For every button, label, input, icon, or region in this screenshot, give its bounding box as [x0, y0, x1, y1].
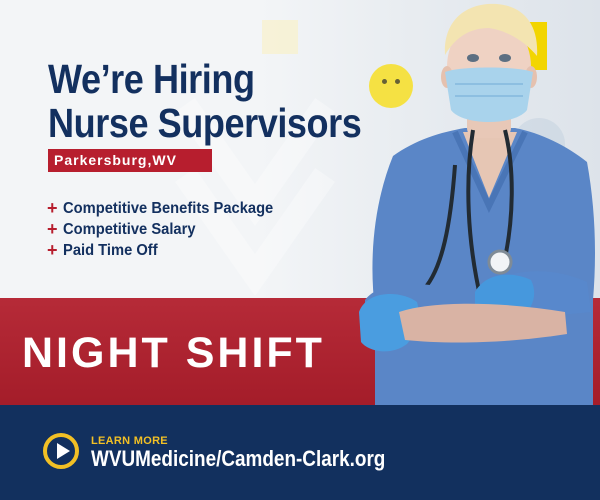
shift-label: NIGHT SHIFT — [22, 329, 325, 377]
benefit-item: + Competitive Salary — [47, 219, 292, 240]
location-text: Parkersburg,WV — [54, 152, 177, 168]
headline-line-2: Nurse Supervisors — [48, 100, 362, 146]
plus-icon: + — [47, 219, 58, 239]
right-eye — [499, 54, 511, 62]
benefit-item: + Paid Time Off — [47, 240, 292, 261]
benefit-item: + Competitive Benefits Package — [47, 198, 292, 219]
background-note — [262, 20, 298, 54]
left-eye — [467, 54, 479, 62]
plus-icon: + — [47, 198, 58, 218]
play-circle-icon[interactable] — [42, 432, 80, 470]
benefits-list: + Competitive Benefits Package + Competi… — [47, 198, 292, 261]
headline: We’re Hiring Nurse Supervisors — [48, 56, 362, 146]
benefit-text: Paid Time Off — [63, 241, 158, 259]
plus-icon: + — [47, 240, 58, 260]
location-badge: Parkersburg,WV — [48, 149, 212, 172]
stethoscope-chestpiece — [487, 249, 513, 275]
recruitment-ad: We’re Hiring Nurse Supervisors Parkersbu… — [0, 0, 600, 500]
face-mask — [445, 67, 533, 122]
headline-line-1: We’re Hiring — [48, 56, 255, 102]
forearm — [399, 303, 567, 343]
website-link[interactable]: WVUMedicine/Camden-Clark.org — [91, 446, 385, 472]
nurse-photo — [359, 3, 595, 405]
benefit-text: Competitive Salary — [63, 220, 196, 238]
benefit-text: Competitive Benefits Package — [63, 199, 274, 217]
